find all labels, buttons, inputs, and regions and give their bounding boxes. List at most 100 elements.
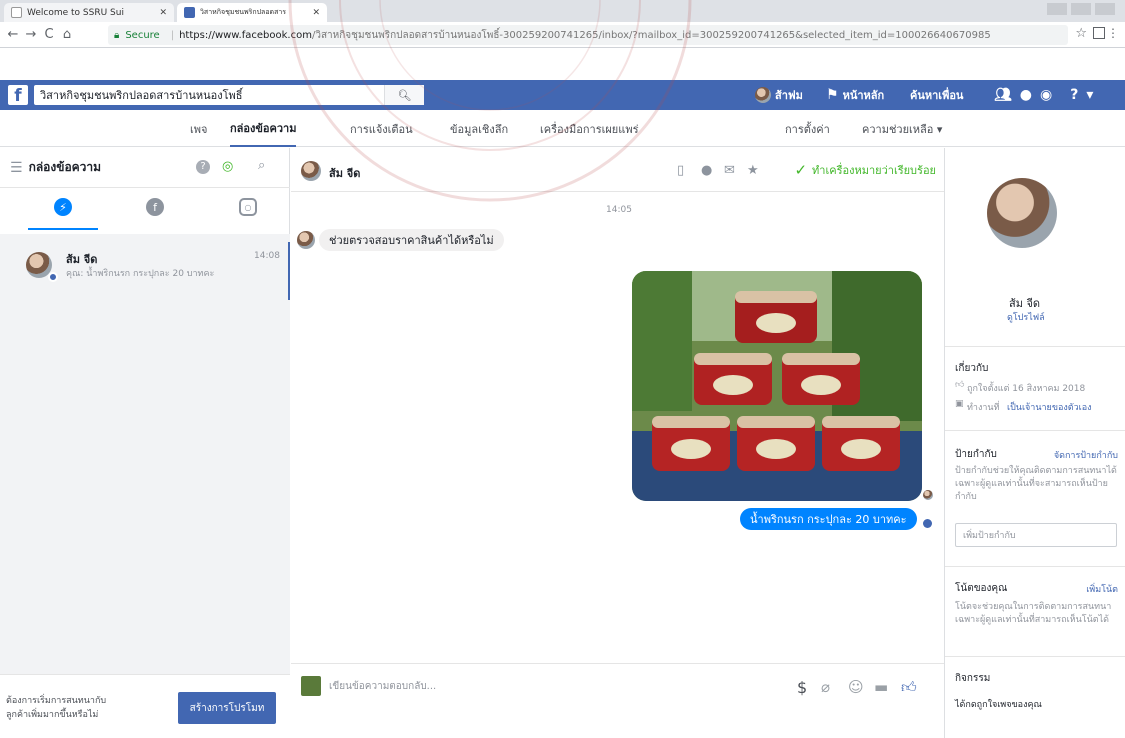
url-bar[interactable]: 🔒︎ Secure | https://www.facebook.com /วิ…: [108, 25, 1068, 45]
manage-labels-link[interactable]: จัดการป้ายกำกับ: [1054, 448, 1118, 462]
tab-publishing-tools[interactable]: เครื่องมือการเผยแพร่: [540, 110, 639, 147]
close-window-icon[interactable]: [1095, 3, 1115, 15]
tab-settings[interactable]: การตั้งค่า: [785, 110, 830, 147]
trash-icon[interactable]: ▯: [677, 163, 684, 178]
conversation-list: ส้ม จีด 14:08 คุณ: น้ำพริกนรก กระปุกละ 2…: [0, 234, 290, 674]
mark-as-done-button[interactable]: ✓ ทำเครื่องหมายว่าเรียบร้อย: [794, 148, 936, 192]
star-icon[interactable]: ★: [747, 163, 759, 178]
works-at-link[interactable]: เป็นเจ้านายของตัวเอง: [1007, 400, 1092, 414]
page-icon: [11, 7, 22, 18]
briefcase-icon: ▣: [955, 399, 964, 409]
activity-item: ได้กดถูกใจเพจของคุณ: [955, 700, 1042, 710]
product-photo[interactable]: [632, 271, 922, 501]
add-note-link[interactable]: เพิ่มโน้ต: [1086, 582, 1118, 596]
browser-tab-facebook[interactable]: วิสาหกิจชุมชนพริกปลอดสาร ✕: [177, 3, 327, 22]
thumbs-up-icon[interactable]: 👍︎: [901, 678, 917, 697]
browser-tab-bar: Welcome to SSRU Sui ✕ วิสาหกิจชุมชนพริกป…: [0, 0, 1125, 22]
close-icon[interactable]: ✕: [159, 8, 167, 18]
notifications-icon[interactable]: ◉: [1040, 87, 1052, 103]
message-composer: เขียนข้อความตอบกลับ... $ ⌀ ☺ ▬ 👍︎: [291, 663, 944, 738]
notes-section: โน้ตของคุณ เพิ่มโน้ต โน้ตจะช่วยคุณในการต…: [945, 566, 1125, 656]
seen-avatar: [923, 490, 933, 500]
help-icon[interactable]: ?: [196, 160, 210, 174]
facebook-comments-icon[interactable]: f: [146, 198, 164, 216]
user-name: ส้าฟม: [775, 89, 803, 102]
search-icon[interactable]: ⌕: [258, 158, 265, 173]
home-label: หน้าหลัก: [842, 89, 885, 102]
star-icon[interactable]: ☆: [1075, 26, 1087, 41]
help-icon[interactable]: ?: [1070, 87, 1078, 103]
lock-icon: 🔒︎: [114, 29, 120, 41]
search-input[interactable]: วิสาหกิจชุมชนพริกปลอดสารบ้านหนองโพธิ์ 🔍︎: [34, 85, 424, 105]
incoming-message: ช่วยตรวจสอบราคาสินค้าได้หรือไม่: [319, 229, 504, 251]
message-timestamp: 14:05: [606, 205, 632, 215]
tab-inbox[interactable]: กล่องข้อความ: [230, 110, 297, 147]
promo-text-line1: ต้องการเริ่มการสนทนากับ: [6, 696, 107, 706]
inbox-sidebar: ☰ กล่องข้อความ ? ◎ ⌕ ⚡︎ f ○ ส้ม จีด 14:0…: [0, 148, 290, 738]
envelope-icon[interactable]: ✉: [724, 163, 735, 178]
notes-description: โน้ตจะช่วยคุณในการติดตามการสนทนา เฉพาะผู…: [955, 602, 1112, 625]
home-icon[interactable]: ⌂: [58, 27, 76, 42]
facebook-icon: [184, 7, 195, 18]
menu-icon[interactable]: ⋮: [1107, 26, 1119, 40]
avatar: [297, 231, 315, 249]
reload-icon[interactable]: C: [40, 27, 58, 42]
browser-tab-ssru[interactable]: Welcome to SSRU Sui ✕: [4, 3, 174, 22]
tab-insights[interactable]: ข้อมูลเชิงลึก: [450, 110, 508, 147]
promo-text-line2: ลูกค้าเพิ่มมากขึ้นหรือไม่: [6, 710, 99, 720]
page-menu: เพจ กล่องข้อความ การแจ้งเตือน ข้อมูลเชิง…: [0, 110, 1125, 147]
spam-icon[interactable]: ●: [701, 163, 712, 178]
extension-icon[interactable]: [1093, 27, 1105, 39]
minimize-icon[interactable]: [1047, 3, 1067, 15]
friend-requests-icon[interactable]: 👥︎: [994, 87, 1012, 103]
hamburger-icon[interactable]: ☰: [10, 160, 23, 176]
inbox-header: ☰ กล่องข้อความ ? ◎ ⌕: [0, 148, 290, 188]
messenger-status-icon[interactable]: ◎: [222, 159, 233, 174]
chevron-down-icon[interactable]: ▾: [1086, 87, 1093, 103]
home-link[interactable]: ⚑ หน้าหลัก: [822, 80, 884, 110]
contact-avatar: [987, 178, 1057, 248]
saved-reply-icon[interactable]: ▬: [874, 678, 888, 696]
instagram-icon[interactable]: ○: [239, 198, 257, 216]
close-icon[interactable]: ✕: [312, 8, 320, 18]
checkmark-icon: ✓: [794, 161, 808, 179]
labels-title: ป้ายกำกับ: [955, 449, 997, 460]
search-icon[interactable]: 🔍︎: [384, 85, 424, 105]
chat-contact-name[interactable]: ส้ม จีด: [329, 164, 360, 182]
find-friends-label: ค้นหาเพื่อน: [910, 89, 964, 102]
secure-label: Secure: [125, 29, 160, 41]
view-profile-link[interactable]: ดูโปรไฟล์: [1007, 310, 1045, 324]
delivered-icon: [923, 519, 932, 528]
liked-since: ถูกใจตั้งแต่ 16 สิงหาคม 2018: [967, 384, 1086, 394]
channel-tabs: ⚡︎ f ○: [0, 188, 290, 234]
activity-title: กิจกรรม: [955, 673, 991, 684]
user-profile-link[interactable]: ส้าฟม: [755, 80, 803, 110]
tab-help[interactable]: ความช่วยเหลือ ▾: [862, 110, 942, 147]
avatar: [301, 161, 321, 181]
forward-icon[interactable]: →: [22, 27, 40, 42]
messenger-icon[interactable]: ⚡︎: [54, 198, 72, 216]
user-avatar: [755, 87, 771, 103]
message-input[interactable]: เขียนข้อความตอบกลับ...: [329, 679, 436, 694]
maximize-icon[interactable]: [1071, 3, 1091, 15]
attachment-icon[interactable]: ⌀: [821, 678, 830, 696]
list-item[interactable]: ส้ม จีด 14:08 คุณ: น้ำพริกนรก กระปุกละ 2…: [0, 242, 290, 300]
url-path: /วิสาหกิจชุมชนพริกปลอดสารบ้านหนองโพธิ์-3…: [311, 29, 991, 41]
emoji-icon[interactable]: ☺: [848, 678, 864, 696]
conversation-snippet: คุณ: น้ำพริกนรก กระปุกละ 20 บาทคะ: [66, 269, 215, 279]
chat-header: ส้ม จีด ▯ ● ✉ ★ ✓ ทำเครื่องหมายว่าเรียบร…: [291, 148, 944, 192]
mark-done-label: ทำเครื่องหมายว่าเรียบร้อย: [812, 164, 936, 177]
dollar-icon[interactable]: $: [797, 678, 807, 697]
notes-title: โน้ตของคุณ: [955, 583, 1008, 594]
conversation-time: 14:08: [254, 251, 280, 261]
find-friends-link[interactable]: ค้นหาเพื่อน: [910, 80, 963, 110]
product-photo-image: [632, 271, 922, 501]
tab-notifications[interactable]: การแจ้งเตือน: [350, 110, 413, 147]
facebook-logo[interactable]: f: [8, 85, 28, 105]
messenger-icon[interactable]: ●: [1020, 87, 1032, 103]
add-label-input[interactable]: เพิ่มป้ายกำกับ: [955, 523, 1117, 547]
window-controls: [1047, 3, 1115, 15]
create-promotion-button[interactable]: สร้างการโปรโมท: [178, 692, 276, 724]
back-icon[interactable]: ←: [4, 27, 22, 42]
tab-page[interactable]: เพจ: [190, 110, 207, 147]
